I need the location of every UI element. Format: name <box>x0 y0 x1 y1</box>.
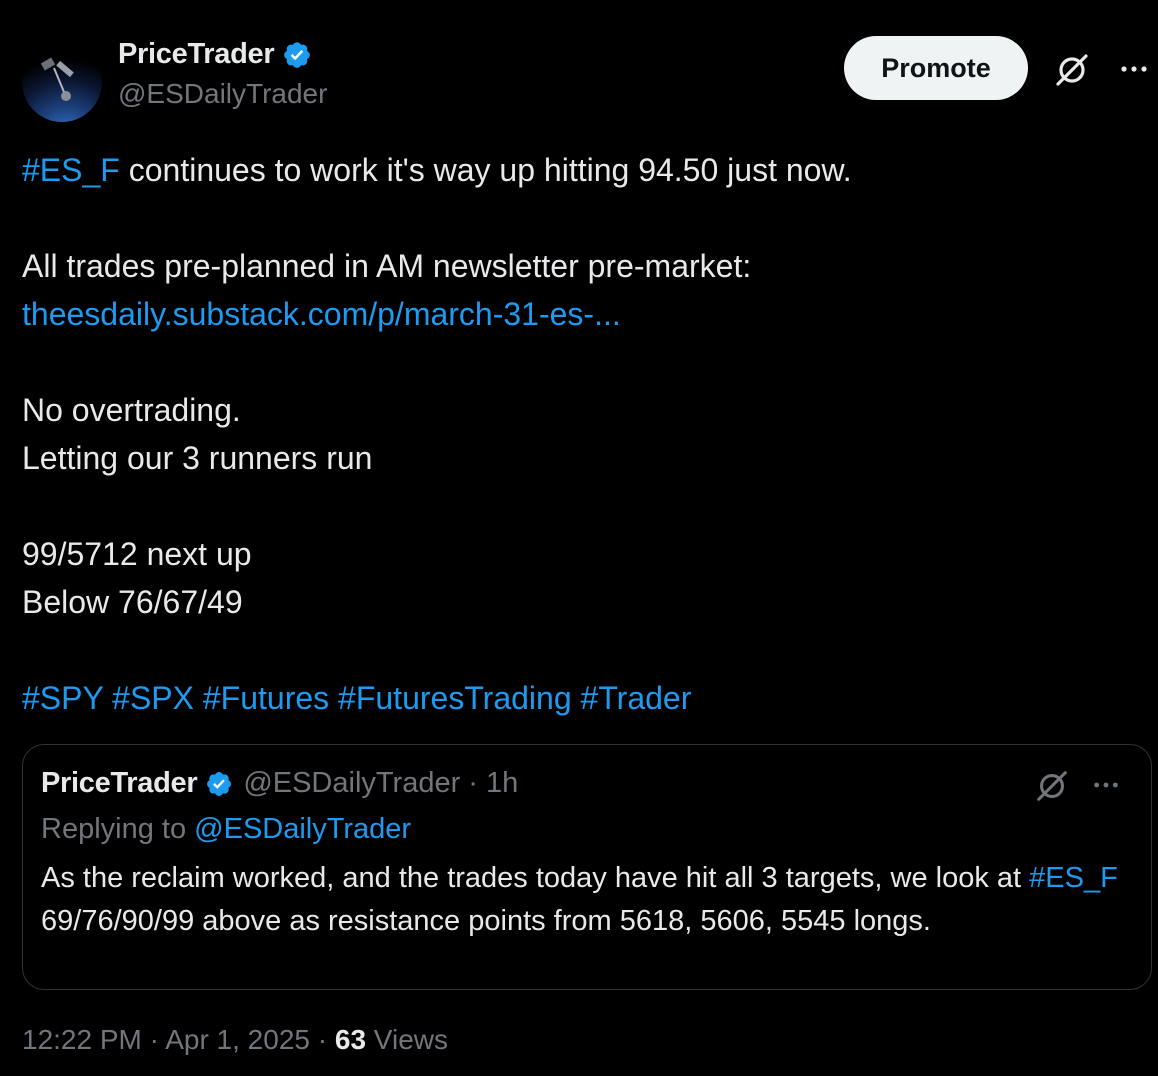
author-display-name[interactable]: PriceTrader <box>118 38 275 71</box>
tweet-line: 99/5712 next up <box>22 536 252 572</box>
tweet-footer: 12:22 PM · Apr 1, 2025 · 63 Views <box>22 1024 448 1056</box>
newsletter-link[interactable]: theesdaily.substack.com/p/march-31-es-..… <box>22 296 621 332</box>
hashtags-line: #SPY #SPX #Futures #FuturesTrading #Trad… <box>22 674 1132 722</box>
tweet-line: Letting our 3 runners run <box>22 440 373 476</box>
hashtag-link[interactable]: #ES_F <box>22 152 120 188</box>
replying-handle-link[interactable]: @ESDailyTrader <box>194 813 411 845</box>
tweet-time[interactable]: 12:22 PM <box>22 1024 142 1055</box>
more-dots-icon[interactable] <box>1089 771 1123 799</box>
tweet-line: No overtrading. <box>22 392 241 428</box>
tweet-line: All trades pre-planned in AM newsletter … <box>22 248 752 284</box>
tweet-line-text: continues to work it's way up hitting 94… <box>119 152 852 188</box>
replying-to: Replying to @ESDailyTrader <box>41 813 411 846</box>
quoted-tweet[interactable]: PriceTrader @ESDailyTrader · 1h Replying… <box>22 744 1152 990</box>
tweet-date[interactable]: Apr 1, 2025 <box>165 1024 310 1055</box>
quoted-text-part: As the reclaim worked, and the trades to… <box>41 862 1030 894</box>
author-name-row: PriceTrader <box>118 38 312 71</box>
hashtag-link[interactable]: #ES_F <box>1029 862 1118 894</box>
more-dots-icon[interactable] <box>1116 54 1152 84</box>
quoted-handle-time[interactable]: @ESDailyTrader · 1h <box>243 767 518 800</box>
quoted-author-row: PriceTrader @ESDailyTrader · 1h <box>41 767 518 800</box>
grok-icon[interactable] <box>1052 50 1092 90</box>
promote-button[interactable]: Promote <box>844 36 1028 100</box>
tweet-line: #ES_F continues to work it's way up hitt… <box>22 146 1132 194</box>
satellite-icon <box>40 57 74 101</box>
hashtag-link[interactable]: #Futures <box>203 680 329 716</box>
verified-badge-icon <box>207 771 232 796</box>
hashtag-link[interactable]: #SPY <box>22 680 103 716</box>
verified-badge-icon[interactable] <box>282 40 312 70</box>
quoted-text-part: 69/76/90/99 above as resistance points f… <box>41 905 931 937</box>
separator: · <box>309 1024 335 1055</box>
author-handle[interactable]: @ESDailyTrader <box>118 78 327 110</box>
grok-icon[interactable] <box>1033 767 1071 805</box>
quoted-display-name[interactable]: PriceTrader <box>41 767 198 800</box>
views-label: Views <box>366 1024 448 1055</box>
separator: · <box>141 1024 166 1055</box>
avatar[interactable] <box>22 42 102 122</box>
quoted-text: As the reclaim worked, and the trades to… <box>41 857 1131 943</box>
hashtag-link[interactable]: #FuturesTrading <box>338 680 572 716</box>
hashtag-link[interactable]: #Trader <box>581 680 692 716</box>
replying-prefix: Replying to <box>41 813 195 845</box>
tweet-line: Below 76/67/49 <box>22 584 243 620</box>
hashtag-link[interactable]: #SPX <box>112 680 194 716</box>
tweet-text: #ES_F continues to work it's way up hitt… <box>22 146 1132 722</box>
views-count: 63 <box>334 1024 367 1055</box>
